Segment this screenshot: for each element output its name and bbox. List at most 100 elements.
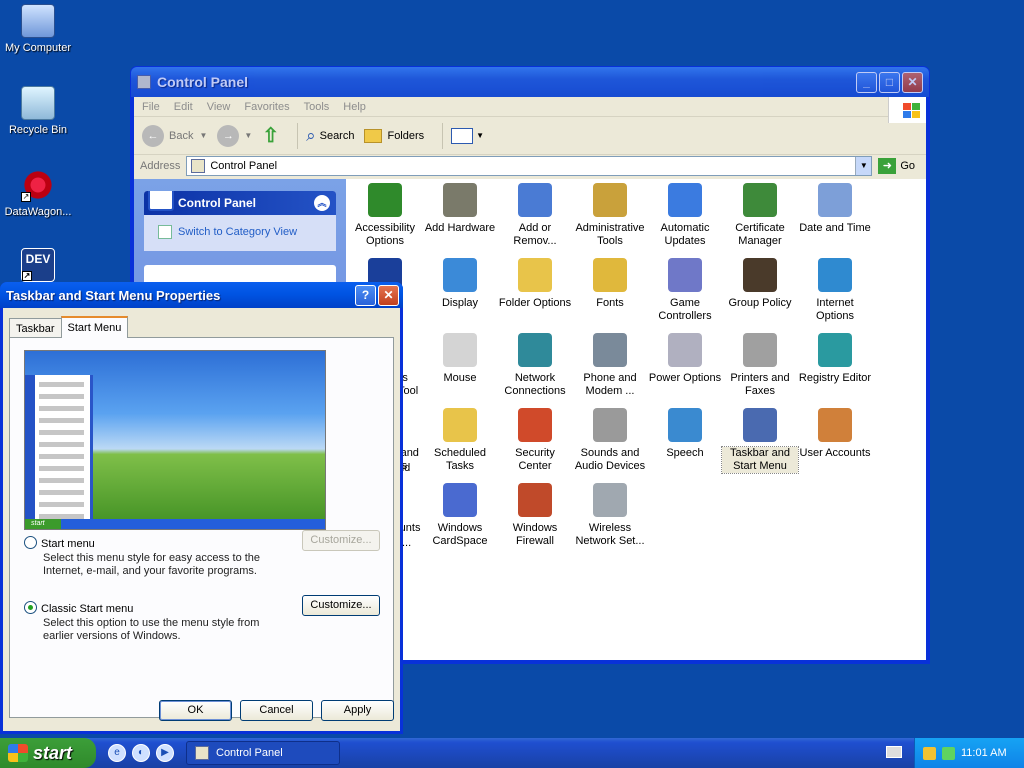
control-panel-item[interactable]: Add or Remov... <box>497 183 573 248</box>
control-panel-item[interactable]: Scheduled Tasks <box>422 408 498 473</box>
item-label-line2: Start Menu <box>733 460 787 472</box>
minimize-button[interactable]: _ <box>856 71 877 93</box>
close-button[interactable]: ✕ <box>902 71 923 93</box>
item-label-line1: Mouse <box>443 372 477 384</box>
control-panel-item-label: Folder Options <box>497 297 573 310</box>
tab-taskbar[interactable]: Taskbar <box>9 318 62 338</box>
customize-classic-button[interactable]: Customize... <box>302 595 380 616</box>
ok-button[interactable]: OK <box>159 700 232 721</box>
network-icon[interactable] <box>942 746 955 760</box>
control-panel-item[interactable]: Display <box>422 258 498 310</box>
menu-tools[interactable]: Tools <box>304 101 330 113</box>
help-button[interactable]: ? <box>355 284 376 306</box>
search-button[interactable]: ⌕ Search <box>306 126 354 146</box>
control-panel-item[interactable]: Network Connections <box>497 333 573 398</box>
control-panel-item-icon <box>443 183 477 217</box>
item-label-line1: Taskbar and <box>730 447 790 459</box>
dialog-titlebar[interactable]: Taskbar and Start Menu Properties ? ✕ <box>0 282 403 308</box>
control-panel-item[interactable]: Game Controllers <box>647 258 723 323</box>
show-desktop-icon[interactable]: ◐ <box>132 744 150 762</box>
control-panel-item-label: Add Hardware <box>422 222 498 235</box>
menu-edit[interactable]: Edit <box>174 101 193 113</box>
collapse-icon[interactable]: ︽ <box>314 195 330 211</box>
switch-category-view-link[interactable]: Switch to Category View <box>178 226 297 238</box>
control-panel-item[interactable]: Administrative Tools <box>572 183 648 248</box>
start-menu-description: Select this menu style for easy access t… <box>43 552 261 577</box>
radio-button[interactable] <box>24 536 37 549</box>
item-label-line1: Fonts <box>596 297 624 309</box>
taskbar-button-control-panel[interactable]: Control Panel <box>186 741 340 765</box>
radio-button-selected[interactable] <box>24 601 37 614</box>
classic-start-menu-radio[interactable]: Classic Start menu <box>24 601 133 615</box>
control-panel-item[interactable]: User Accounts <box>797 408 873 460</box>
control-panel-item-icon <box>743 408 777 442</box>
go-button[interactable]: ➜ Go <box>878 158 915 174</box>
control-panel-item[interactable]: Sounds and Audio Devices <box>572 408 648 473</box>
apply-button[interactable]: Apply <box>321 700 394 721</box>
control-panel-item[interactable]: Certificate Manager <box>722 183 798 248</box>
control-panel-item[interactable]: Printers and Faxes <box>722 333 798 398</box>
control-panel-icon <box>195 746 209 760</box>
control-panel-item[interactable]: Folder Options <box>497 258 573 310</box>
internet-explorer-icon[interactable]: e <box>108 744 126 762</box>
control-panel-item[interactable]: Accessibility Options <box>347 183 423 248</box>
control-panel-item-icon <box>443 333 477 367</box>
control-panel-item[interactable]: Group Policy <box>722 258 798 310</box>
control-panel-item-icon <box>668 183 702 217</box>
start-menu-preview-image: start <box>24 350 326 530</box>
keyboard-icon[interactable] <box>886 746 902 758</box>
clock[interactable]: 11:01 AM <box>961 747 1007 759</box>
control-panel-item[interactable]: Phone and Modem ... <box>572 333 648 398</box>
control-panel-item-icon <box>743 258 777 292</box>
control-panel-titlebar[interactable]: Control Panel _ □ ✕ <box>131 67 929 97</box>
control-panel-item[interactable]: Date and Time <box>797 183 873 235</box>
desktop-icon-dev[interactable]: DEV ↗ <box>2 248 74 286</box>
item-label-line2: Firewall <box>516 535 554 547</box>
control-panel-item-label: Internet Options <box>797 297 873 323</box>
dialog-close-button[interactable]: ✕ <box>378 284 399 306</box>
item-label-line1: Certificate <box>735 222 785 234</box>
start-button[interactable]: start <box>0 738 96 768</box>
tab-start-menu[interactable]: Start Menu <box>60 316 129 338</box>
control-panel-item[interactable]: Windows CardSpace <box>422 483 498 548</box>
item-label-line1: Automatic <box>660 222 710 234</box>
up-button[interactable]: ⇧ <box>262 123 279 148</box>
control-panel-item[interactable]: Power Options <box>647 333 723 385</box>
item-label-line1: Power Options <box>648 372 722 384</box>
control-panel-item[interactable]: Windows Firewall <box>497 483 573 548</box>
menu-view[interactable]: View <box>207 101 231 113</box>
address-input[interactable]: Control Panel ▼ <box>186 156 873 176</box>
classic-start-menu-label: Classic Start menu <box>41 603 134 615</box>
control-panel-item-label: Registry Editor <box>797 372 873 385</box>
desktop-icon-datawagon[interactable]: ↗ DataWagon... <box>2 168 74 218</box>
control-panel-item[interactable]: Add Hardware <box>422 183 498 235</box>
control-panel-item[interactable]: Speech <box>647 408 723 460</box>
control-panel-item-icon <box>593 483 627 517</box>
cancel-button[interactable]: Cancel <box>240 700 313 721</box>
forward-button[interactable]: → ▼ <box>217 124 252 147</box>
address-dropdown-button[interactable]: ▼ <box>855 157 872 175</box>
back-button[interactable]: ← Back ▼ <box>142 124 207 147</box>
control-panel-item[interactable]: Wireless Network Set... <box>572 483 648 548</box>
desktop-icon-my-computer[interactable]: My Computer <box>2 4 74 54</box>
menu-file[interactable]: File <box>142 101 160 113</box>
control-panel-item[interactable]: Automatic Updates <box>647 183 723 248</box>
control-panel-item[interactable]: Taskbar and Start Menu <box>721 408 799 474</box>
media-player-icon[interactable]: ▶ <box>156 744 174 762</box>
security-shield-icon[interactable] <box>923 746 936 760</box>
task-pane-header[interactable]: Control Panel ︽ <box>144 191 336 215</box>
menu-favorites[interactable]: Favorites <box>244 101 289 113</box>
control-panel-item-label: Network Connections <box>497 372 573 398</box>
control-panel-item[interactable]: Fonts <box>572 258 648 310</box>
customize-start-menu-button[interactable]: Customize... <box>302 530 380 551</box>
menu-help[interactable]: Help <box>343 101 366 113</box>
control-panel-item[interactable]: Internet Options <box>797 258 873 323</box>
desktop-icon-recycle-bin[interactable]: Recycle Bin <box>2 86 74 136</box>
folders-button[interactable]: Folders <box>364 128 424 143</box>
start-menu-radio[interactable]: Start menu <box>24 536 95 550</box>
maximize-button[interactable]: □ <box>879 71 900 93</box>
control-panel-item[interactable]: Mouse <box>422 333 498 385</box>
control-panel-item[interactable]: Registry Editor <box>797 333 873 385</box>
views-button[interactable]: ▼ <box>451 127 484 144</box>
control-panel-item[interactable]: Security Center <box>497 408 573 473</box>
